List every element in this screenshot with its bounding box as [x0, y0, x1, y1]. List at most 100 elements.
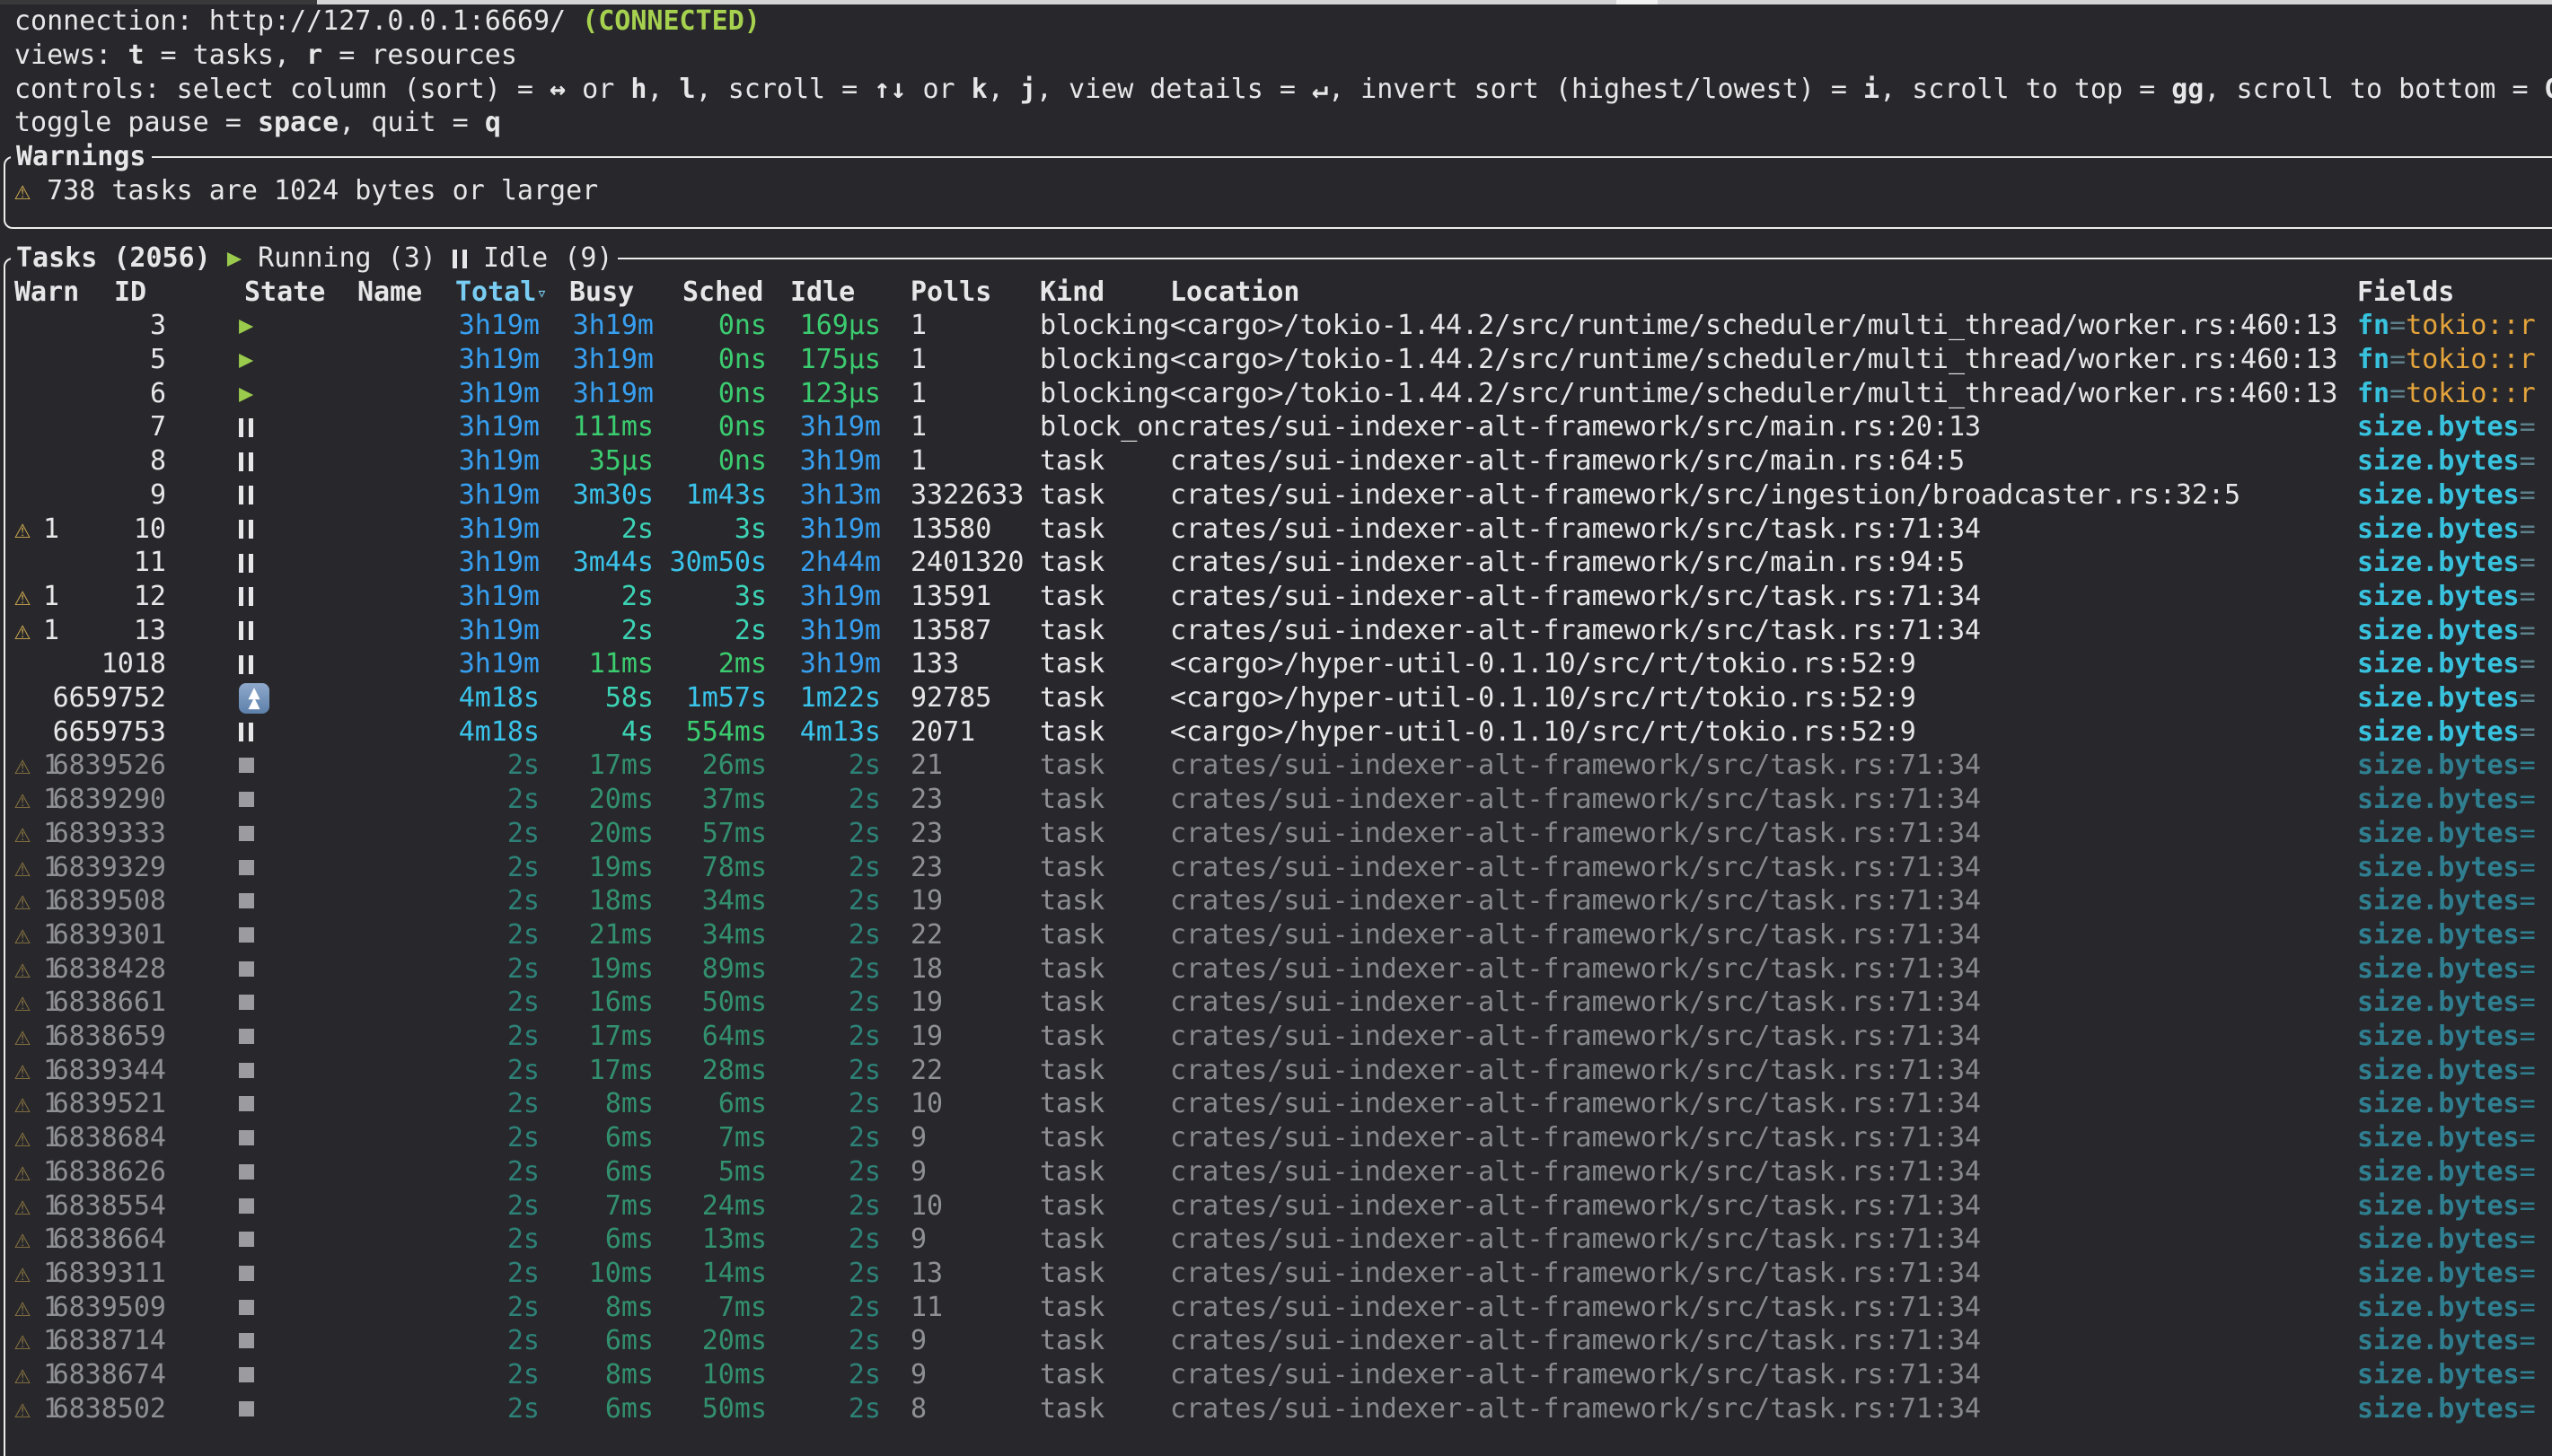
column-header-kind[interactable]: Kind [1040, 276, 1104, 310]
column-header-total[interactable]: Total▿ [455, 276, 547, 310]
column-header-fields[interactable]: Fields [2357, 276, 2454, 310]
cell-task-id: 6838428 [0, 952, 166, 987]
cell-fields: size.bytes= [2357, 715, 2536, 750]
state-completed-icon [239, 1087, 254, 1121]
cell-location: crates/sui-indexer-alt-framework/src/tas… [1170, 1291, 1981, 1325]
tasks-count-label: Tasks (2056) [16, 241, 211, 276]
controls-seg-3: h [630, 74, 647, 105]
connection-seg-0: connection: http://127.0.0.1:6669/ [14, 5, 582, 37]
cell-polls: 19 [911, 1020, 943, 1054]
column-header-warn[interactable]: Warn [14, 276, 79, 310]
field-key: size.bytes [2357, 1258, 2520, 1289]
cell-fields: size.bytes= [2357, 1087, 2536, 1121]
cell-idle: 2s [737, 918, 881, 952]
cell-polls: 18 [911, 952, 943, 987]
tokio-console-terminal: connection: http://127.0.0.1:6669/ (CONN… [0, 0, 2552, 1456]
column-header-location[interactable]: Location [1170, 276, 1300, 310]
task-row[interactable]: ⚠168395092s8ms7ms2s11taskcrates/sui-inde… [0, 1291, 2552, 1325]
column-header-sched[interactable]: Sched [682, 276, 763, 310]
task-row[interactable]: ⚠168395212s8ms6ms2s10taskcrates/sui-inde… [0, 1087, 2552, 1121]
task-row[interactable]: ⚠1133h19m2s2s3h19m13587taskcrates/sui-in… [0, 614, 2552, 648]
cell-task-id: 13 [0, 614, 166, 648]
views-seg-4: = resources [322, 39, 517, 71]
field-equals: = [2520, 581, 2536, 612]
field-key: fn [2357, 310, 2389, 341]
task-row[interactable]: ⚠168392902s20ms37ms2s23taskcrates/sui-in… [0, 783, 2552, 817]
task-row[interactable]: ⚠168386612s16ms50ms2s19taskcrates/sui-in… [0, 986, 2552, 1020]
cell-idle: 3h19m [737, 410, 881, 444]
cell-task-id: 11 [0, 546, 166, 580]
field-equals: = [2520, 885, 2536, 917]
task-row[interactable]: ⚠168393012s21ms34ms2s22taskcrates/sui-in… [0, 918, 2552, 952]
sort-arrow-icon: ▿ [536, 282, 547, 303]
cell-idle: 3h19m [737, 513, 881, 547]
task-row[interactable]: ⚠168393292s19ms78ms2s23taskcrates/sui-in… [0, 851, 2552, 885]
field-key: size.bytes [2357, 1224, 2520, 1255]
field-equals: = [2520, 1088, 2536, 1119]
task-row[interactable]: ⚠168386262s6ms5ms2s9taskcrates/sui-index… [0, 1155, 2552, 1189]
cell-kind: task [1040, 1020, 1104, 1054]
task-row[interactable]: 6▶3h19m3h19m0ns123µs1blocking<cargo>/tok… [0, 377, 2552, 411]
task-row[interactable]: ⚠168395262s17ms26ms2s21taskcrates/sui-in… [0, 749, 2552, 783]
cell-task-id: 5 [0, 343, 166, 377]
task-row[interactable]: 66597534m18s4s554ms4m13s2071task<cargo>/… [0, 715, 2552, 750]
task-row[interactable]: 6659752▲▲4m18s58s1m57s1m22s92785task<car… [0, 681, 2552, 715]
cell-polls: 2401320 [911, 546, 1024, 580]
column-header-polls[interactable]: Polls [911, 276, 991, 310]
cell-idle: 2s [737, 817, 881, 851]
task-row[interactable]: ⚠1103h19m2s3s3h19m13580taskcrates/sui-in… [0, 513, 2552, 547]
field-key: size.bytes [2357, 953, 2520, 985]
cell-idle: 2s [737, 783, 881, 817]
cell-polls: 13587 [911, 614, 991, 648]
task-row[interactable]: ⚠1123h19m2s3s3h19m13591taskcrates/sui-in… [0, 580, 2552, 614]
task-row[interactable]: 5▶3h19m3h19m0ns175µs1blocking<cargo>/tok… [0, 343, 2552, 377]
column-header-id[interactable]: ID [114, 276, 146, 310]
cell-task-id: 6839344 [0, 1054, 166, 1088]
cell-idle: 2s [737, 1121, 881, 1155]
cell-polls: 23 [911, 817, 943, 851]
column-header-busy[interactable]: Busy [569, 276, 634, 310]
task-row[interactable]: ⚠168386842s6ms7ms2s9taskcrates/sui-index… [0, 1121, 2552, 1155]
cell-kind: task [1040, 715, 1104, 750]
task-row[interactable]: 73h19m111ms0ns3h19m1block_oncrates/sui-i… [0, 410, 2552, 444]
task-row[interactable]: 113h19m3m44s30m50s2h44m2401320taskcrates… [0, 546, 2552, 580]
task-row[interactable]: ⚠168393332s20ms57ms2s23taskcrates/sui-in… [0, 817, 2552, 851]
task-row[interactable]: ⚠168385022s6ms50ms2s8taskcrates/sui-inde… [0, 1392, 2552, 1426]
task-row[interactable]: ⚠168395082s18ms34ms2s19taskcrates/sui-in… [0, 884, 2552, 918]
task-row[interactable]: ⚠168393112s10ms14ms2s13taskcrates/sui-in… [0, 1257, 2552, 1291]
task-row[interactable]: ⚠168385542s7ms24ms2s10taskcrates/sui-ind… [0, 1189, 2552, 1224]
cell-location: crates/sui-indexer-alt-framework/src/mai… [1170, 410, 1981, 444]
task-row[interactable]: 93h19m3m30s1m43s3h13m3322633taskcrates/s… [0, 478, 2552, 513]
task-row[interactable]: 10183h19m11ms2ms3h19m133task<cargo>/hype… [0, 647, 2552, 681]
field-value: tokio::r [2406, 310, 2536, 341]
cell-task-id: 1018 [0, 647, 166, 681]
task-row[interactable]: ⚠168387142s6ms20ms2s9taskcrates/sui-inde… [0, 1324, 2552, 1358]
cell-polls: 19 [911, 986, 943, 1020]
task-row[interactable]: ⚠168384282s19ms89ms2s18taskcrates/sui-in… [0, 952, 2552, 987]
task-row[interactable]: ⚠168386642s6ms13ms2s9taskcrates/sui-inde… [0, 1223, 2552, 1257]
task-row[interactable]: 3▶3h19m3h19m0ns169µs1blocking<cargo>/tok… [0, 309, 2552, 343]
cell-task-id: 10 [0, 513, 166, 547]
cell-idle: 2s [737, 1020, 881, 1054]
cell-fields: size.bytes= [2357, 410, 2536, 444]
field-equals: = [2520, 1258, 2536, 1289]
cell-task-id: 6839333 [0, 817, 166, 851]
task-row[interactable]: ⚠168386592s17ms64ms2s19taskcrates/sui-in… [0, 1020, 2552, 1054]
task-row[interactable]: 83h19m35µs0ns3h19m1taskcrates/sui-indexe… [0, 444, 2552, 478]
cell-kind: block_on [1040, 410, 1170, 444]
cell-idle: 2s [737, 1155, 881, 1189]
column-header-state[interactable]: State [244, 276, 325, 310]
task-row[interactable]: ⚠168393442s17ms28ms2s22taskcrates/sui-in… [0, 1054, 2552, 1088]
cell-task-id: 6839329 [0, 851, 166, 885]
controls-seg-5: l [680, 74, 696, 105]
cell-kind: task [1040, 1121, 1104, 1155]
column-header-idle[interactable]: Idle [790, 276, 855, 310]
cell-kind: blocking [1040, 343, 1170, 377]
cell-idle: 2s [737, 1087, 881, 1121]
cell-polls: 22 [911, 1054, 943, 1088]
cell-location: crates/sui-indexer-alt-framework/src/tas… [1170, 1121, 1981, 1155]
controls-seg-0: controls: select column (sort) = [14, 74, 550, 105]
column-header-name[interactable]: Name [357, 276, 422, 310]
task-row[interactable]: ⚠168386742s8ms10ms2s9taskcrates/sui-inde… [0, 1358, 2552, 1392]
cell-fields: size.bytes= [2357, 1257, 2536, 1291]
